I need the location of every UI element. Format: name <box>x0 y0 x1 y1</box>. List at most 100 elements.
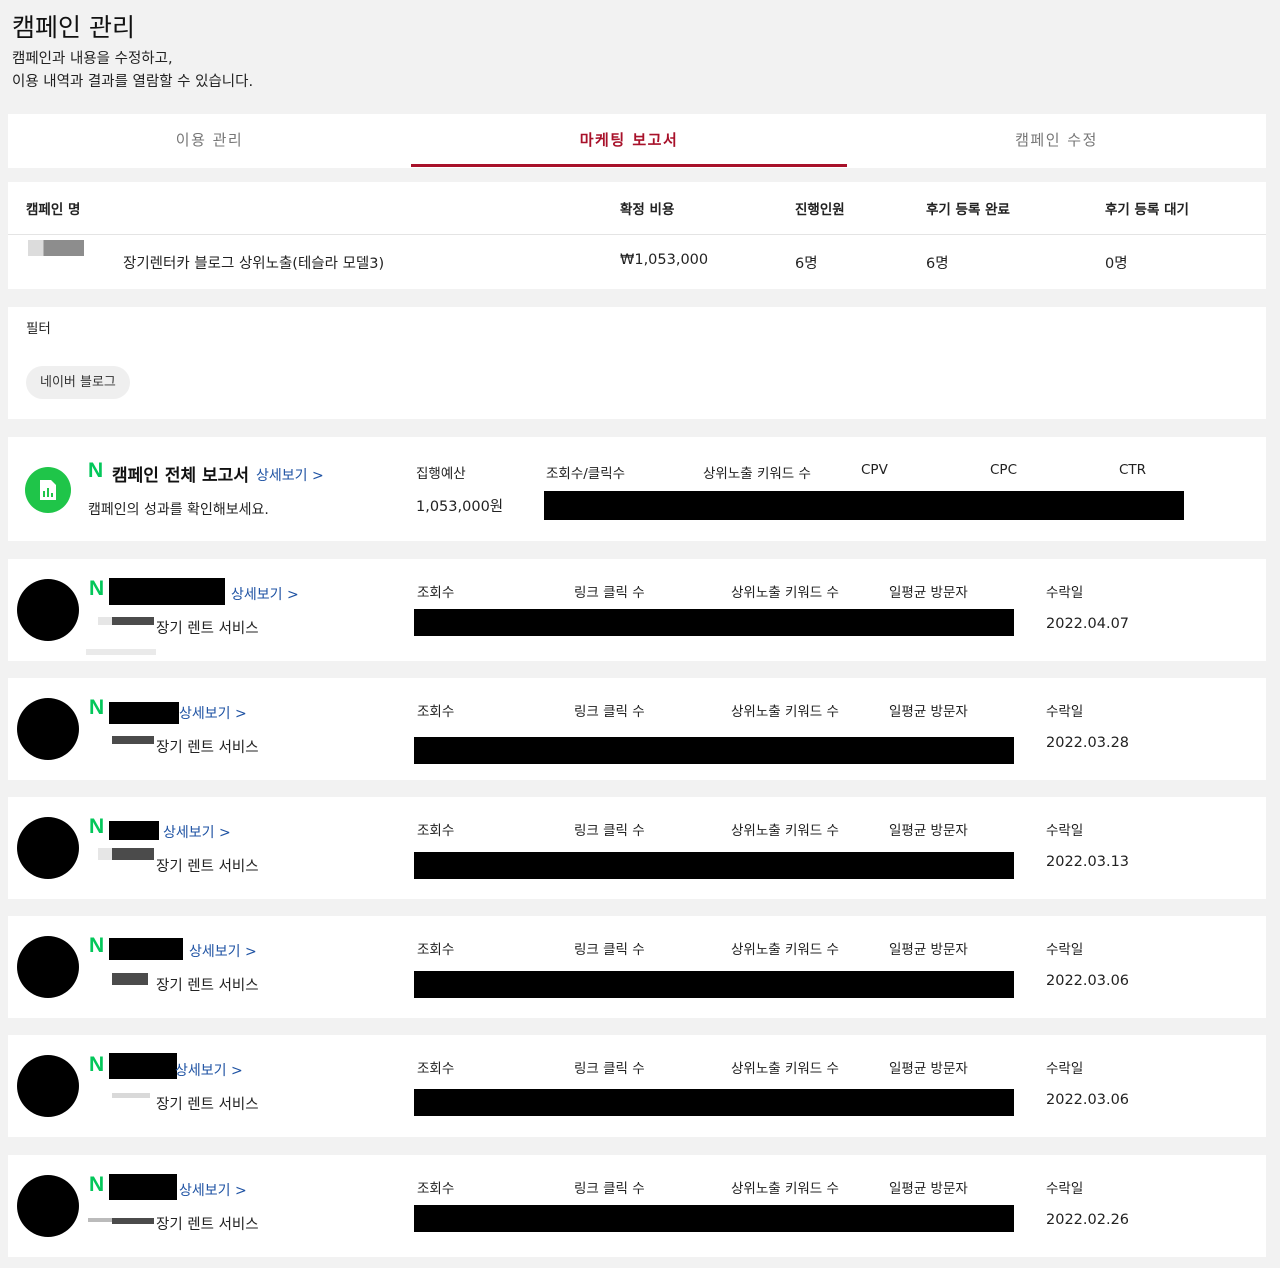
post-detail-link[interactable]: 상세보기 > <box>189 941 257 961</box>
redacted-blog-name <box>109 821 159 840</box>
blurred-text <box>98 848 112 860</box>
avatar <box>17 579 79 641</box>
campaign-report-card: N 캠페인 전체 보고서 상세보기 > 캠페인의 성과를 확인해보세요. 집행예… <box>8 437 1266 541</box>
blurred-text <box>88 1218 112 1222</box>
naver-logo-icon: N <box>89 696 105 719</box>
blurred-text <box>112 1093 150 1098</box>
post-detail-link[interactable]: 상세보기 > <box>179 1180 247 1200</box>
blurred-text <box>112 1218 154 1224</box>
metric-cpc-label: CPC <box>990 462 1017 478</box>
tab-marketing-report[interactable]: 마케팅 보고서 <box>411 114 847 168</box>
redacted-post-metrics <box>414 1089 1014 1116</box>
naver-logo-icon: N <box>89 815 105 838</box>
filter-chip-naver-blog[interactable]: 네이버 블로그 <box>26 366 130 399</box>
post-service: 장기 렌트 서비스 <box>156 978 259 994</box>
col-views-label: 조회수 <box>417 1181 455 1197</box>
col-daily-visitors-label: 일평균 방문자 <box>889 823 968 839</box>
participants-count: 6명 <box>795 256 818 272</box>
col-link-clicks-label: 링크 클릭 수 <box>574 1061 645 1077</box>
post-detail-link[interactable]: 상세보기 > <box>179 703 247 723</box>
header-participants: 진행인원 <box>795 202 845 218</box>
col-top-keywords-label: 상위노출 키워드 수 <box>731 1181 839 1197</box>
accepted-date: 2022.04.07 <box>1046 616 1130 632</box>
blurred-text <box>86 649 156 655</box>
redacted-post-metrics <box>414 852 1014 879</box>
col-views-label: 조회수 <box>417 823 455 839</box>
avatar <box>17 936 79 998</box>
col-top-keywords-label: 상위노출 키워드 수 <box>731 704 839 720</box>
post-service: 장기 렌트 서비스 <box>156 621 259 637</box>
review-done-count: 6명 <box>926 256 949 272</box>
col-link-clicks-label: 링크 클릭 수 <box>574 704 645 720</box>
col-accepted-date-label: 수락일 <box>1046 823 1084 839</box>
post-card: N 상세보기 > 장기 렌트 서비스 조회수 링크 클릭 수 상위노출 키워드 … <box>8 559 1266 661</box>
post-detail-link[interactable]: 상세보기 > <box>163 822 231 842</box>
avatar <box>17 698 79 760</box>
col-link-clicks-label: 링크 클릭 수 <box>574 1181 645 1197</box>
metric-top-keywords-label: 상위노출 키워드 수 <box>703 466 811 482</box>
naver-logo-icon: N <box>89 1173 105 1196</box>
post-card: N 상세보기 > 장기 렌트 서비스 조회수 링크 클릭 수 상위노출 키워드 … <box>8 678 1266 780</box>
header-review-done: 후기 등록 완료 <box>926 202 1010 218</box>
redacted-post-metrics <box>414 971 1014 998</box>
active-tab-indicator <box>411 164 847 167</box>
blurred-text <box>112 848 154 860</box>
header-campaign-name: 캠페인 명 <box>26 202 81 218</box>
col-link-clicks-label: 링크 클릭 수 <box>574 942 645 958</box>
col-accepted-date-label: 수락일 <box>1046 942 1084 958</box>
redacted-post-metrics <box>414 737 1014 764</box>
tab-usage-management[interactable]: 이용 관리 <box>8 114 411 168</box>
campaign-thumbnail <box>28 240 84 256</box>
naver-logo-icon: N <box>89 577 105 600</box>
metric-ctr-label: CTR <box>1119 462 1147 478</box>
page-description-line-2: 이용 내역과 결과를 열람할 수 있습니다. <box>12 74 254 90</box>
review-waiting-count: 0명 <box>1105 256 1128 272</box>
redacted-metrics <box>544 491 1184 520</box>
blurred-text <box>112 736 154 744</box>
accepted-date: 2022.03.06 <box>1046 1092 1130 1108</box>
redacted-blog-name <box>109 1174 177 1200</box>
avatar <box>17 817 79 879</box>
naver-logo-icon: N <box>88 459 104 482</box>
blurred-text <box>112 617 154 625</box>
redacted-blog-name <box>109 1053 177 1079</box>
redacted-post-metrics <box>414 1205 1014 1232</box>
col-top-keywords-label: 상위노출 키워드 수 <box>731 585 839 601</box>
post-service: 장기 렌트 서비스 <box>156 740 259 756</box>
post-detail-link[interactable]: 상세보기 > <box>231 584 299 604</box>
redacted-blog-name <box>109 938 183 960</box>
accepted-date: 2022.02.26 <box>1046 1212 1130 1228</box>
col-link-clicks-label: 링크 클릭 수 <box>574 585 645 601</box>
col-views-label: 조회수 <box>417 704 455 720</box>
confirmed-cost: ₩1,053,000 <box>620 252 709 268</box>
page-description-line-1: 캠페인과 내용을 수정하고, <box>12 51 173 67</box>
blurred-text <box>112 973 148 985</box>
col-top-keywords-label: 상위노출 키워드 수 <box>731 1061 839 1077</box>
col-daily-visitors-label: 일평균 방문자 <box>889 585 968 601</box>
metric-views-clicks-label: 조회수/클릭수 <box>546 466 626 482</box>
col-daily-visitors-label: 일평균 방문자 <box>889 1181 968 1197</box>
tab-campaign-edit[interactable]: 캠페인 수정 <box>847 114 1266 168</box>
post-detail-link[interactable]: 상세보기 > <box>175 1060 243 1080</box>
post-card: N 상세보기 > 장기 렌트 서비스 조회수 링크 클릭 수 상위노출 키워드 … <box>8 916 1266 1018</box>
page-description: 캠페인과 내용을 수정하고, 이용 내역과 결과를 열람할 수 있습니다. <box>12 48 253 94</box>
budget-value: 1,053,000원 <box>416 499 504 515</box>
post-card: N 상세보기 > 장기 렌트 서비스 조회수 링크 클릭 수 상위노출 키워드 … <box>8 1155 1266 1257</box>
header-confirmed-cost: 확정 비용 <box>620 202 675 218</box>
report-detail-link[interactable]: 상세보기 > <box>256 465 324 485</box>
avatar <box>17 1175 79 1237</box>
campaign-name: 장기렌터카 블로그 상위노출(테슬라 모델3) <box>123 256 385 272</box>
filter-panel: 필터 네이버 블로그 <box>8 307 1266 419</box>
post-card: N 상세보기 > 장기 렌트 서비스 조회수 링크 클릭 수 상위노출 키워드 … <box>8 1035 1266 1137</box>
filter-title: 필터 <box>26 321 51 337</box>
col-views-label: 조회수 <box>417 1061 455 1077</box>
redacted-blog-name <box>109 702 179 724</box>
col-daily-visitors-label: 일평균 방문자 <box>889 1061 968 1077</box>
col-accepted-date-label: 수락일 <box>1046 704 1084 720</box>
accepted-date: 2022.03.13 <box>1046 854 1130 870</box>
page-header: 캠페인 관리 캠페인과 내용을 수정하고, 이용 내역과 결과를 열람할 수 있… <box>12 12 253 94</box>
tab-bar: 이용 관리 마케팅 보고서 캠페인 수정 <box>8 114 1266 168</box>
accepted-date: 2022.03.06 <box>1046 973 1130 989</box>
naver-logo-icon: N <box>89 934 105 957</box>
metric-cpv-label: CPV <box>861 462 888 478</box>
